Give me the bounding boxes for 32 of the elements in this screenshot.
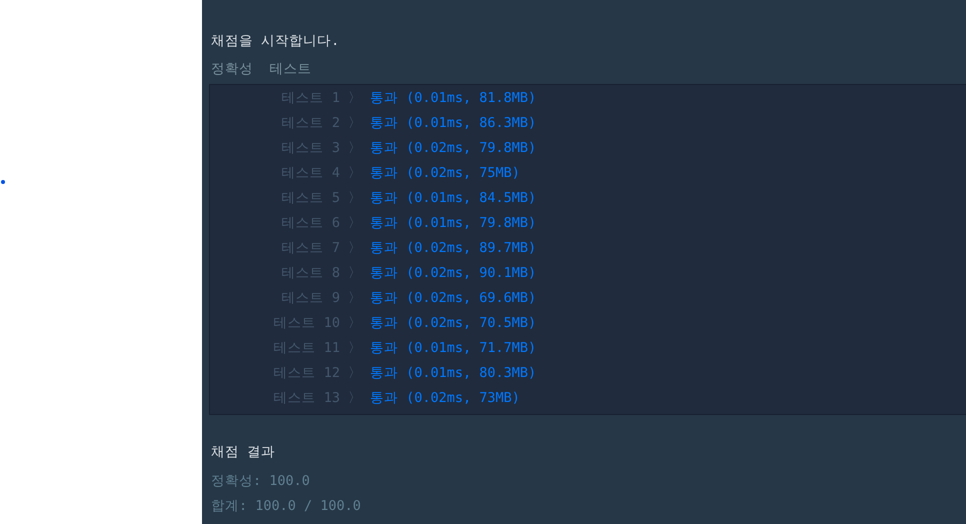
chevron-icon: 〉 — [340, 161, 370, 186]
chevron-icon: 〉 — [340, 111, 370, 136]
chevron-icon: 〉 — [340, 261, 370, 286]
dot-icon — [1, 180, 5, 184]
chevron-icon: 〉 — [340, 386, 370, 411]
test-result: 통과 (0.02ms, 69.6MB) — [370, 289, 536, 308]
chevron-icon: 〉 — [340, 86, 370, 111]
test-result: 통과 (0.02ms, 75MB) — [370, 164, 520, 183]
test-result: 통과 (0.01ms, 84.5MB) — [370, 189, 536, 208]
score-line: 합계: 100.0 / 100.0 — [211, 498, 361, 514]
test-result: 통과 (0.02ms, 79.8MB) — [370, 139, 536, 158]
test-result: 통과 (0.02ms, 90.1MB) — [370, 264, 536, 283]
chevron-icon: 〉 — [340, 286, 370, 311]
test-result: 통과 (0.01ms, 79.8MB) — [370, 214, 536, 233]
chevron-icon: 〉 — [340, 311, 370, 336]
test-result: 통과 (0.01ms, 86.3MB) — [370, 114, 536, 133]
summary-title: 채점 결과 — [211, 444, 276, 460]
chevron-icon: 〉 — [340, 136, 370, 161]
chevron-icon: 〉 — [340, 186, 370, 211]
score-line: 정확성: 100.0 — [211, 473, 310, 489]
test-result: 통과 (0.02ms, 73MB) — [370, 389, 520, 408]
test-result: 통과 (0.01ms, 81.8MB) — [370, 89, 536, 108]
test-result: 통과 (0.01ms, 71.7MB) — [370, 339, 536, 358]
section-title: 정확성 테스트 — [211, 61, 312, 77]
console-heading: 채점을 시작합니다. — [211, 32, 340, 51]
test-result: 통과 (0.01ms, 80.3MB) — [370, 364, 536, 383]
chevron-icon: 〉 — [340, 361, 370, 386]
test-result: 통과 (0.02ms, 70.5MB) — [370, 314, 536, 333]
chevron-icon: 〉 — [340, 236, 370, 261]
test-result: 통과 (0.02ms, 89.7MB) — [370, 239, 536, 258]
chevron-icon: 〉 — [340, 336, 370, 361]
chevron-icon: 〉 — [340, 211, 370, 236]
